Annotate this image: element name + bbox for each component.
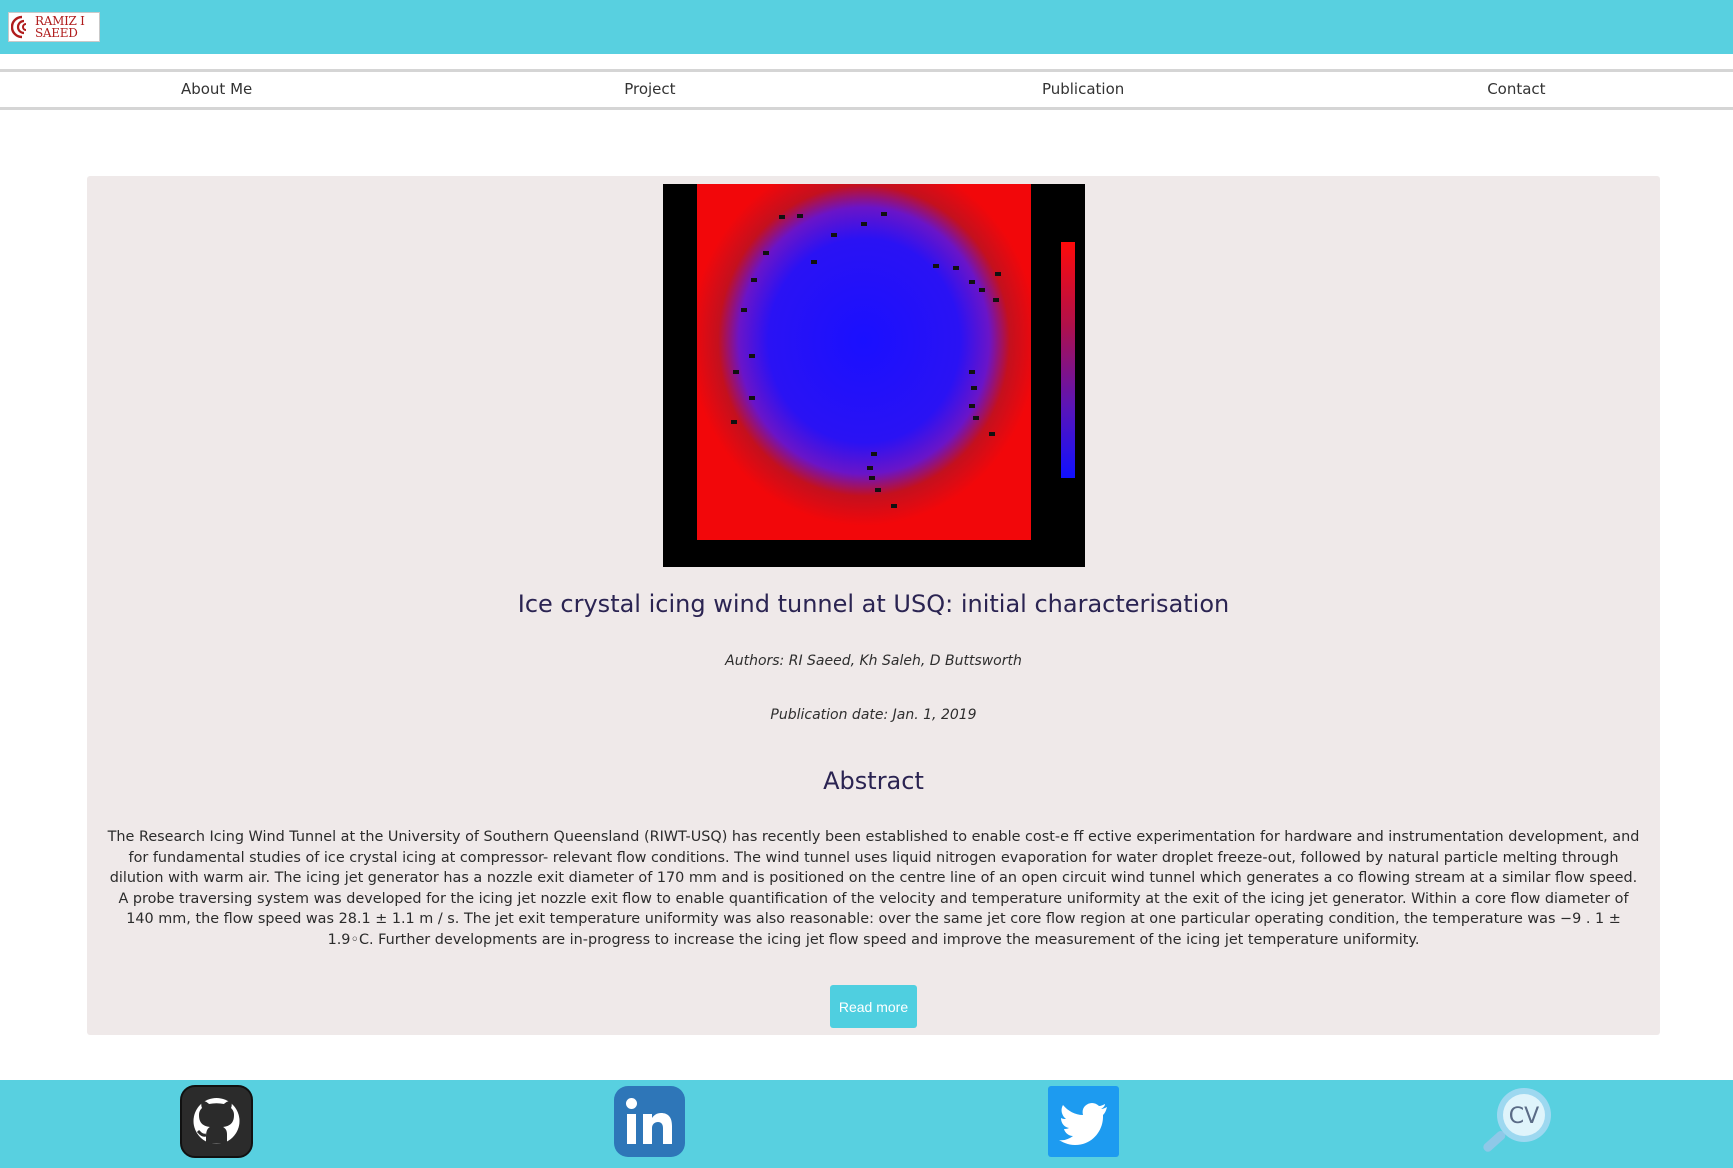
publication-title: Ice crystal icing wind tunnel at USQ: in… xyxy=(517,590,1230,618)
logo-mark-icon xyxy=(11,15,27,39)
read-more-button[interactable]: Read more xyxy=(830,985,917,1028)
github-link[interactable] xyxy=(180,1085,254,1168)
temperature-contour-figure xyxy=(663,184,1085,567)
footer-bar: CV xyxy=(0,1080,1733,1168)
main-nav: About Me Project Publication Contact xyxy=(0,69,1733,110)
linkedin-link[interactable] xyxy=(613,1085,686,1168)
top-bar: RAMIZ I SAEED xyxy=(0,0,1733,54)
abstract-text: The Research Icing Wind Tunnel at the Un… xyxy=(107,829,1640,948)
abstract-heading: Abstract xyxy=(823,767,924,795)
logo-text: RAMIZ I SAEED xyxy=(35,15,85,39)
cv-link[interactable]: CV xyxy=(1480,1085,1553,1168)
cv-label: CV xyxy=(1509,1104,1539,1129)
cv-icon: CV xyxy=(1483,1088,1551,1152)
nav-contact[interactable]: Contact xyxy=(1300,72,1733,107)
linkedin-icon xyxy=(614,1086,686,1157)
publication-authors: Authors: RI Saeed, Kh Saleh, D Buttswort… xyxy=(725,653,1022,669)
publication-date: Publication date: Jan. 1, 2019 xyxy=(770,707,977,723)
twitter-link[interactable] xyxy=(1047,1085,1120,1168)
contour-plot-image xyxy=(663,184,1085,567)
github-icon xyxy=(180,1085,254,1158)
site-logo[interactable]: RAMIZ I SAEED xyxy=(8,12,100,42)
twitter-icon xyxy=(1047,1086,1119,1157)
logo-line-2: SAEED xyxy=(35,26,78,40)
nav-publication[interactable]: Publication xyxy=(867,72,1300,107)
nav-project[interactable]: Project xyxy=(433,72,866,107)
nav-about-me[interactable]: About Me xyxy=(0,72,433,107)
